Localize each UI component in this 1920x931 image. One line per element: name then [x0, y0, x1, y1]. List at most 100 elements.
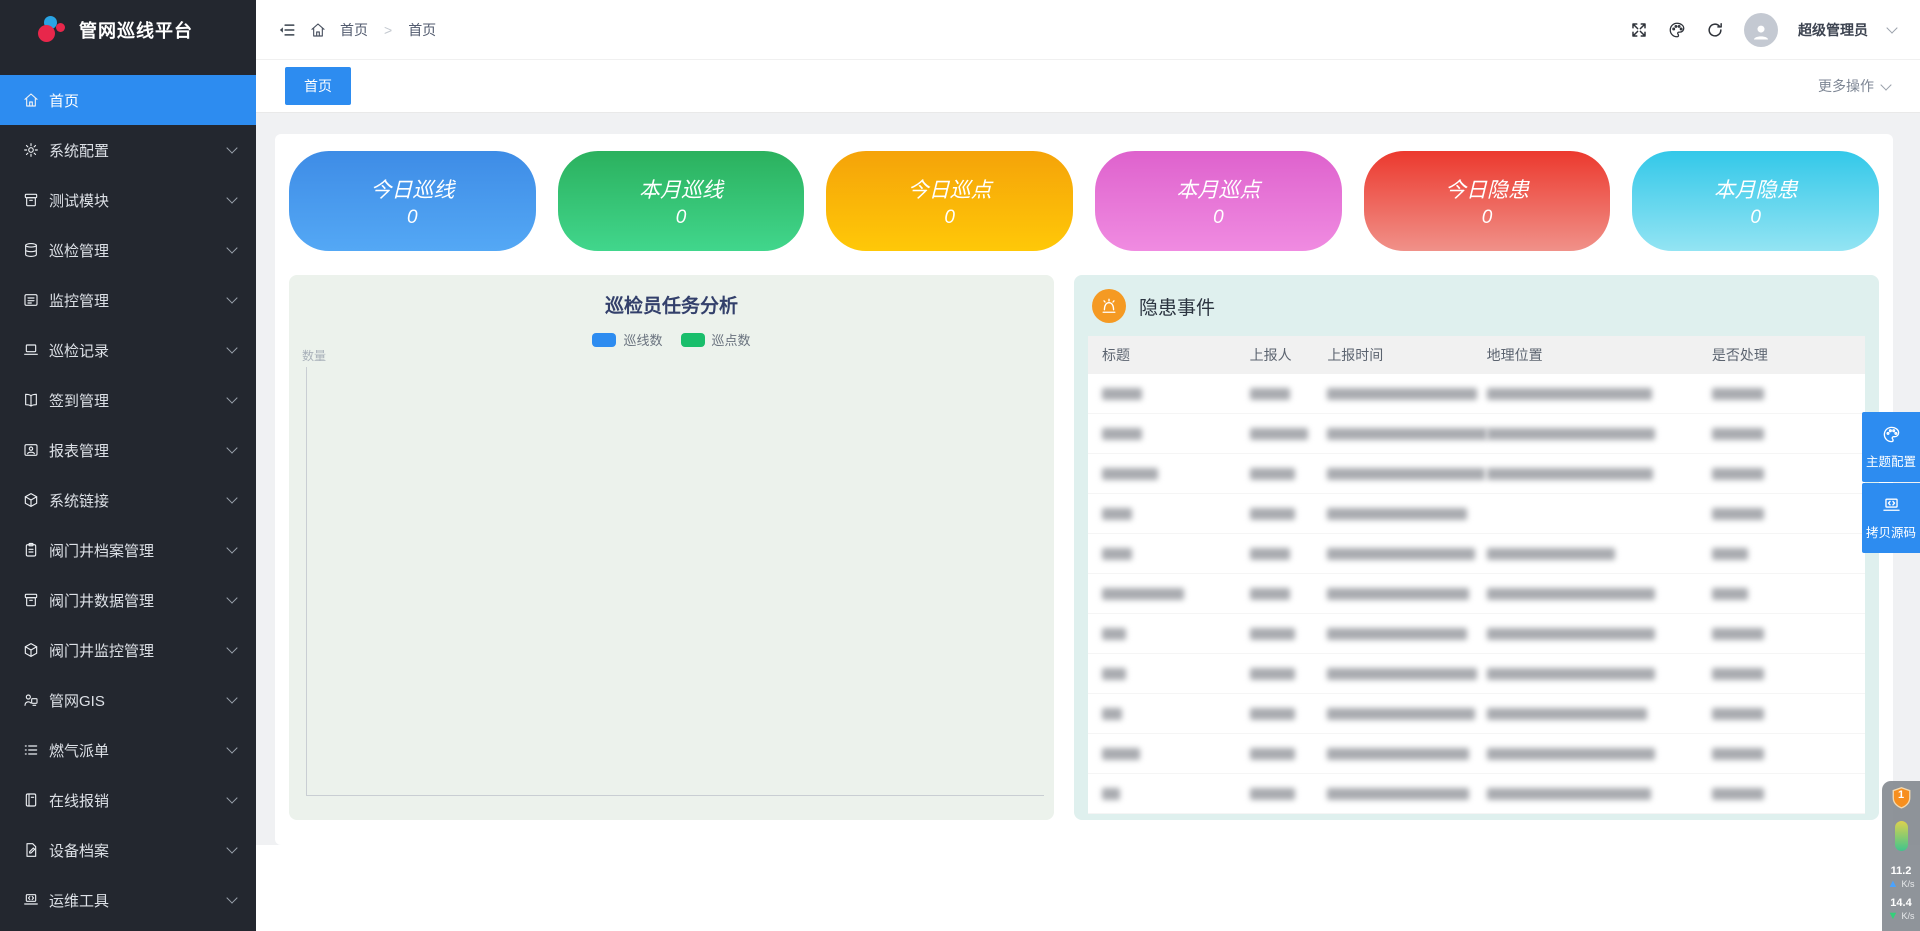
- chevron-down-icon: [226, 842, 237, 853]
- table-row[interactable]: [1088, 774, 1865, 814]
- redacted-cell: [1712, 628, 1764, 640]
- stat-card-value: 0: [944, 207, 955, 229]
- table-row[interactable]: [1088, 494, 1865, 534]
- breadcrumb-home[interactable]: 首页: [340, 20, 368, 40]
- dashboard-card: 今日巡线0本月巡线0今日巡点0本月巡点0今日隐患0本月隐患0 巡检员任务分析 巡…: [275, 134, 1893, 845]
- stat-card-value: 0: [1750, 207, 1761, 229]
- topbar: 首页 > 首页 超级管理员: [256, 0, 1920, 60]
- redacted-cell: [1250, 548, 1290, 560]
- stat-card-2: 今日巡点 0: [826, 151, 1073, 251]
- sidebar-item-valve-monitor-mgmt[interactable]: 阀门井监控管理: [0, 625, 256, 675]
- column-header: 是否处理: [1698, 345, 1865, 365]
- stat-card-3: 本月巡点0: [1095, 151, 1342, 251]
- sidebar-item-label: 巡检记录: [49, 340, 109, 361]
- stat-card-1: 本月巡线0: [558, 151, 805, 251]
- table-row[interactable]: [1088, 374, 1865, 414]
- chevron-down-icon: [226, 292, 237, 303]
- redacted-cell: [1102, 588, 1184, 600]
- sidebar-item-device-archive[interactable]: 设备档案: [0, 825, 256, 875]
- redacted-cell: [1250, 428, 1308, 440]
- sidebar-item-inspection-mgmt[interactable]: 巡检管理: [0, 225, 256, 275]
- redacted-cell: [1102, 668, 1126, 680]
- sidebar-item-system-config[interactable]: 系统配置: [0, 125, 256, 175]
- redacted-cell: [1487, 388, 1652, 400]
- sidebar-item-label: 在线报销: [49, 790, 109, 811]
- redacted-cell: [1327, 788, 1469, 800]
- redacted-cell: [1327, 508, 1467, 520]
- palette-icon[interactable]: [1668, 21, 1686, 39]
- table-row[interactable]: [1088, 614, 1865, 654]
- column-header: 地理位置: [1473, 345, 1698, 365]
- theme-config-button[interactable]: 主题配置: [1862, 412, 1920, 482]
- user-name[interactable]: 超级管理员: [1798, 20, 1868, 40]
- column-header: 上报人: [1236, 345, 1314, 365]
- stat-card-value: 0: [1213, 207, 1224, 229]
- list-icon: [23, 742, 39, 758]
- stat-card-label: 本月巡线: [639, 174, 723, 204]
- redacted-cell: [1250, 508, 1295, 520]
- sidebar-item-gas-dispatch[interactable]: 燃气派单: [0, 725, 256, 775]
- sidebar-item-test-module[interactable]: 测试模块: [0, 175, 256, 225]
- laptop-icon: [23, 342, 39, 358]
- stat-card-label: 本月隐患: [1714, 174, 1798, 204]
- sidebar-item-report-mgmt[interactable]: 报表管理: [0, 425, 256, 475]
- sidebar-item-checkin-mgmt[interactable]: 签到管理: [0, 375, 256, 425]
- app-title: 管网巡线平台: [79, 17, 193, 43]
- redacted-cell: [1102, 468, 1158, 480]
- main-area: 首页 > 首页 超级管理员 首页 更多操作 今日巡线0本月巡线0今日巡点0本月巡…: [256, 0, 1920, 931]
- redacted-cell: [1250, 708, 1295, 720]
- redacted-cell: [1712, 668, 1764, 680]
- sidebar-item-valve-archive-mgmt[interactable]: 阀门井档案管理: [0, 525, 256, 575]
- table-row[interactable]: [1088, 654, 1865, 694]
- logo-icon: [38, 16, 68, 44]
- alarm-icon: [1092, 289, 1126, 323]
- content: 今日巡线0本月巡线0今日巡点0本月巡点0今日隐患0本月隐患0 巡检员任务分析 巡…: [256, 113, 1920, 931]
- table-row[interactable]: [1088, 694, 1865, 734]
- legend-item[interactable]: 巡点数: [681, 330, 751, 349]
- sidebar-item-pipeline-gis[interactable]: 管网GIS: [0, 675, 256, 725]
- sidebar-item-label: 系统链接: [49, 490, 109, 511]
- sidebar-item-valve-data-mgmt[interactable]: 阀门井数据管理: [0, 575, 256, 625]
- avatar[interactable]: [1744, 13, 1778, 47]
- more-operations-button[interactable]: 更多操作: [1818, 76, 1890, 96]
- stat-card-value: 0: [407, 207, 418, 229]
- sidebar-item-ops-tools[interactable]: 运维工具: [0, 875, 256, 925]
- sidebar-item-inspection-records[interactable]: 巡检记录: [0, 325, 256, 375]
- fullscreen-icon[interactable]: [1630, 21, 1648, 39]
- legend-item[interactable]: 巡线数: [592, 330, 662, 349]
- redacted-cell: [1250, 468, 1295, 480]
- table-row[interactable]: [1088, 734, 1865, 774]
- sidebar-item-online-expense[interactable]: 在线报销: [0, 775, 256, 825]
- table-row[interactable]: [1088, 454, 1865, 494]
- copy-source-button[interactable]: 拷贝源码: [1862, 483, 1920, 553]
- sidebar-item-home[interactable]: 首页: [0, 75, 256, 125]
- side-button-label: 拷贝源码: [1866, 522, 1916, 541]
- redacted-cell: [1327, 468, 1485, 480]
- tab-home[interactable]: 首页: [285, 67, 351, 105]
- chevron-down-icon: [226, 642, 237, 653]
- network-speed-widget[interactable]: 1 11.2 ▲ K/s 14.4 ▼ K/s: [1882, 781, 1920, 931]
- chevron-down-icon: [226, 242, 237, 253]
- table-row[interactable]: [1088, 414, 1865, 454]
- chart-title: 巡检员任务分析: [289, 275, 1054, 318]
- refresh-icon[interactable]: [1706, 21, 1724, 39]
- gis-icon: [23, 692, 39, 708]
- stat-card-label: 今日巡点: [908, 174, 992, 204]
- collapse-menu-icon[interactable]: [278, 21, 296, 39]
- redacted-cell: [1327, 588, 1469, 600]
- sidebar-item-label: 燃气派单: [49, 740, 109, 761]
- home-icon[interactable]: [310, 22, 326, 38]
- side-button-label: 主题配置: [1866, 451, 1916, 470]
- events-table: 标题上报人上报时间地理位置是否处理: [1088, 336, 1865, 814]
- sidebar-item-label: 阀门井监控管理: [49, 640, 154, 661]
- table-row[interactable]: [1088, 574, 1865, 614]
- sidebar-item-system-links[interactable]: 系统链接: [0, 475, 256, 525]
- database-icon: [23, 242, 39, 258]
- chevron-down-icon[interactable]: [1886, 22, 1897, 33]
- chevron-down-icon: [226, 792, 237, 803]
- chevron-down-icon: [226, 342, 237, 353]
- sidebar-item-monitor-mgmt[interactable]: 监控管理: [0, 275, 256, 325]
- sidebar-item-label: 系统配置: [49, 140, 109, 161]
- table-row[interactable]: [1088, 534, 1865, 574]
- redacted-cell: [1487, 668, 1655, 680]
